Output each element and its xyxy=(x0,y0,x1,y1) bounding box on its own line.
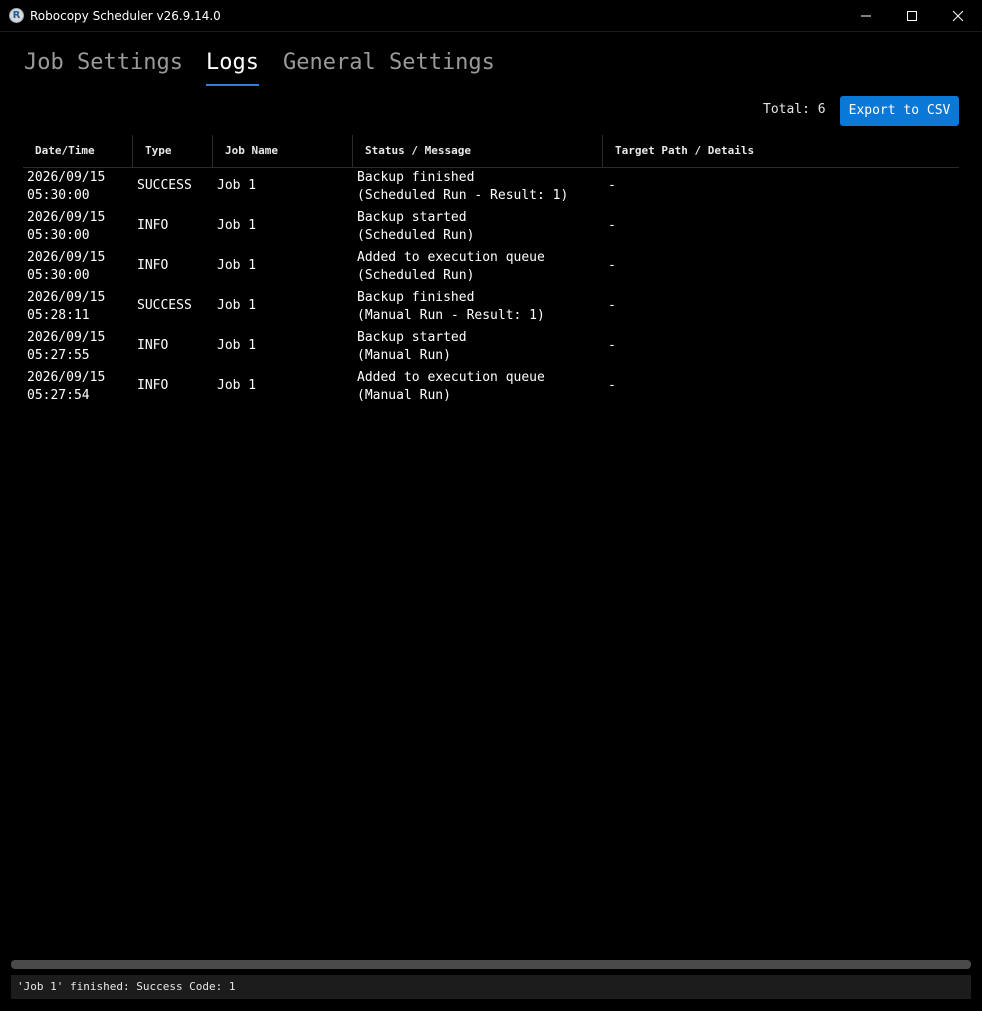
cell-job-name: Job 1 xyxy=(217,258,257,273)
table-header: Date/Time Type Job Name Status / Message… xyxy=(23,135,959,168)
close-icon xyxy=(952,10,964,22)
column-header-type[interactable]: Type xyxy=(133,135,213,167)
cell-target: - xyxy=(608,258,616,273)
cell-target: - xyxy=(608,298,616,313)
table-body: 2026/09/15 05:30:00 SUCCESS Job 1 Backup fi… xyxy=(23,168,959,408)
table-row[interactable]: 2026/09/15 05:30:00 SUCCESS Job 1 Backup fi… xyxy=(23,168,959,208)
column-header-job-name[interactable]: Job Name xyxy=(213,135,353,167)
tab-logs[interactable]: Logs xyxy=(206,48,259,78)
cell-datetime: 2026/09/15 05:27:54 xyxy=(27,370,106,403)
cell-job-name: Job 1 xyxy=(217,218,257,233)
maximize-button[interactable] xyxy=(889,0,935,32)
cell-status: Backup finished (Manual Run - Result: 1) xyxy=(357,290,545,323)
cell-job-name: Job 1 xyxy=(217,338,257,353)
tab-job-settings[interactable]: Job Settings xyxy=(24,48,183,78)
table-row[interactable]: 2026/09/15 05:30:00 INFO Job 1 Backup start… xyxy=(23,208,959,248)
cell-status: Added to execution queue (Scheduled Run) xyxy=(357,250,545,283)
log-table: Date/Time Type Job Name Status / Message… xyxy=(23,135,959,408)
column-header-datetime[interactable]: Date/Time xyxy=(23,135,133,167)
cell-job-name: Job 1 xyxy=(217,178,257,193)
cell-status: Backup started (Manual Run) xyxy=(357,330,467,363)
cell-type: INFO xyxy=(137,258,169,273)
cell-datetime: 2026/09/15 05:27:55 xyxy=(27,330,106,363)
horizontal-scrollbar[interactable] xyxy=(11,960,971,969)
tab-general-settings[interactable]: General Settings xyxy=(283,48,495,78)
table-row[interactable]: 2026/09/15 05:27:55 INFO Job 1 Backup start… xyxy=(23,328,959,368)
cell-datetime: 2026/09/15 05:28:11 xyxy=(27,290,106,323)
cell-datetime: 2026/09/15 05:30:00 xyxy=(27,210,106,243)
cell-type: SUCCESS xyxy=(137,178,192,193)
close-button[interactable] xyxy=(935,0,981,32)
cell-job-name: Job 1 xyxy=(217,298,257,313)
table-row[interactable]: 2026/09/15 05:28:11 SUCCESS Job 1 Backup fi… xyxy=(23,288,959,328)
column-header-status[interactable]: Status / Message xyxy=(353,135,603,167)
maximize-icon xyxy=(907,11,917,21)
table-row[interactable]: 2026/09/15 05:27:54 INFO Job 1 Added to exe… xyxy=(23,368,959,408)
cell-datetime: 2026/09/15 05:30:00 xyxy=(27,250,106,283)
minimize-icon xyxy=(861,15,871,17)
cell-target: - xyxy=(608,218,616,233)
cell-target: - xyxy=(608,178,616,193)
cell-type: INFO xyxy=(137,378,169,393)
cell-type: INFO xyxy=(137,218,169,233)
cell-status: Backup finished (Scheduled Run - Result:… xyxy=(357,170,569,203)
cell-target: - xyxy=(608,338,616,353)
window-title: Robocopy Scheduler v26.9.14.0 xyxy=(30,9,221,23)
title-bar: R Robocopy Scheduler v26.9.14.0 xyxy=(0,0,982,32)
column-header-target[interactable]: Target Path / Details xyxy=(603,135,959,167)
cell-type: SUCCESS xyxy=(137,298,192,313)
cell-status: Added to execution queue (Manual Run) xyxy=(357,370,545,403)
table-row[interactable]: 2026/09/15 05:30:00 INFO Job 1 Added to exe… xyxy=(23,248,959,288)
minimize-button[interactable] xyxy=(843,0,889,32)
status-bar: 'Job 1' finished: Success Code: 1 xyxy=(11,975,971,999)
app-icon: R xyxy=(9,8,24,23)
total-count: Total: 6 xyxy=(763,102,826,117)
export-csv-button[interactable]: Export to CSV xyxy=(840,96,959,126)
cell-target: - xyxy=(608,378,616,393)
active-tab-indicator xyxy=(206,84,259,86)
cell-status: Backup started (Scheduled Run) xyxy=(357,210,475,243)
cell-type: INFO xyxy=(137,338,169,353)
cell-datetime: 2026/09/15 05:30:00 xyxy=(27,170,106,203)
cell-job-name: Job 1 xyxy=(217,378,257,393)
